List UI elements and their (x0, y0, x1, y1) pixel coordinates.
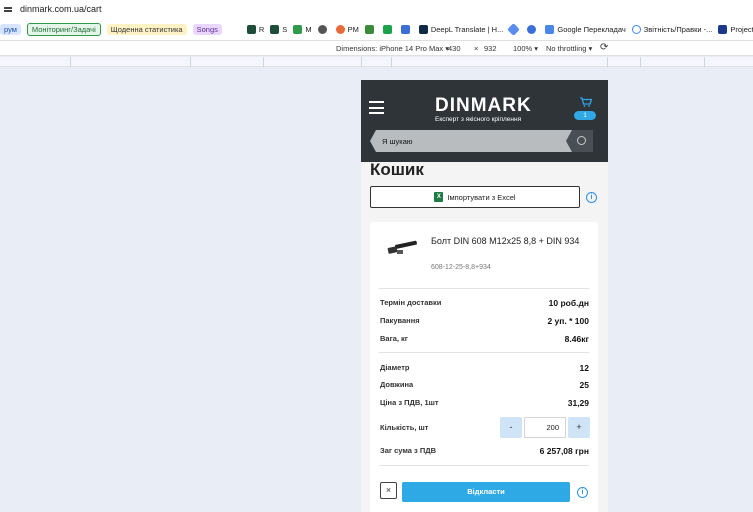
google-icon (631, 24, 641, 34)
site-tagline: Експерт з якісного кріплення (435, 116, 522, 123)
height-input[interactable]: 932 (484, 44, 497, 53)
bookmark-item[interactable]: рум (0, 23, 21, 35)
bookmark-item[interactable]: PM (335, 24, 359, 34)
rotate-icon[interactable]: ⟳ (600, 42, 608, 53)
globe-icon (317, 24, 327, 34)
search-icon (577, 136, 586, 145)
bookmark-item[interactable]: Моніторинг/Задачі (26, 22, 101, 36)
project-icon (718, 24, 728, 34)
bookmark-item[interactable]: S (270, 24, 287, 34)
total-value: 6 257,08 грн (539, 446, 589, 456)
info-icon[interactable]: i (586, 192, 597, 203)
delivery-label: Термін доставки (380, 298, 442, 307)
defer-button[interactable]: Відкласти (402, 482, 570, 502)
search-placeholder: Я шукаю (382, 137, 413, 146)
translate-icon (545, 24, 555, 34)
mobile-viewport: DINMARK Експерт з якісного кріплення 1 Я… (361, 80, 608, 512)
chevron-app-icon (527, 24, 537, 34)
packing-label: Пакування (380, 316, 420, 325)
bookmarks-bar: рум Моніторинг/Задачі Щоденна статистика… (0, 18, 753, 40)
total-label: Заг сума з ПДВ (380, 446, 436, 455)
diameter-value: 12 (579, 363, 589, 373)
excel-icon: X (434, 192, 444, 202)
quantity-input[interactable]: 200 (524, 417, 566, 438)
sheet-icon (293, 24, 303, 34)
address-bar[interactable]: dinmark.com.ua/cart (0, 0, 753, 18)
quantity-stepper: - 200 + (500, 417, 590, 438)
page-title: Кошик (370, 160, 424, 179)
site-logo[interactable]: DINMARK (435, 95, 532, 117)
url-text[interactable]: dinmark.com.ua/cart (20, 4, 102, 14)
length-value: 25 (579, 380, 589, 390)
cart-count-badge[interactable]: 1 (574, 111, 596, 120)
weight-value: 8.46кг (564, 334, 589, 344)
bookmark-item[interactable]: Звітність/Правки -... (631, 24, 712, 34)
bookmark-item[interactable]: Щоденна статистика (106, 23, 187, 35)
import-excel-button[interactable]: X Імпортувати з Excel (370, 186, 580, 208)
info-icon[interactable]: i (577, 487, 588, 498)
increase-button[interactable]: + (568, 417, 590, 438)
pm-icon (335, 24, 345, 34)
sheet-icon (270, 24, 280, 34)
price-value: 31,29 (567, 398, 589, 408)
dimension-separator: × (474, 44, 479, 53)
cart-item-card: Болт DIN 608 M12x25 8,8 + DIN 934 608-12… (370, 222, 598, 512)
bookmark-item[interactable]: Project (718, 24, 753, 34)
divider (379, 352, 589, 353)
throttling-select[interactable]: No throttling ▾ (546, 44, 592, 53)
gemini-icon (507, 22, 521, 36)
bookmark-item[interactable]: M (293, 24, 312, 34)
puzzle-icon (400, 24, 410, 34)
price-label: Ціна з ПДВ, 1шт (380, 398, 439, 407)
bookmark-item[interactable]: Google Перекладач (545, 24, 626, 34)
product-image[interactable] (385, 237, 419, 259)
remove-item-button[interactable]: × (380, 482, 397, 499)
quantity-label: Кількість, шт (380, 423, 429, 432)
device-toolbar: Dimensions: iPhone 14 Pro Max ▾ 430 × 93… (0, 40, 753, 56)
bookmark-item[interactable] (317, 24, 330, 34)
bookmark-item[interactable] (507, 22, 521, 36)
import-excel-label: Імпортувати з Excel (447, 192, 516, 202)
product-name[interactable]: Болт DIN 608 M12x25 8,8 + DIN 934 (431, 236, 591, 247)
cart-icon[interactable] (580, 97, 592, 107)
device-ruler (0, 57, 753, 67)
site-settings-icon[interactable] (4, 5, 12, 13)
apps-grid-icon[interactable] (233, 25, 234, 34)
plus-app-icon (364, 24, 374, 34)
packing-value: 2 уп. * 100 (547, 316, 589, 326)
zoom-select[interactable]: 100% ▾ (513, 44, 538, 53)
bookmark-item[interactable]: DeepL Translate | H... (418, 24, 503, 34)
bookmark-item[interactable]: Songs (192, 23, 222, 35)
bookmark-item[interactable]: R (246, 24, 264, 34)
bookmark-item[interactable] (382, 24, 395, 34)
divider (379, 288, 589, 289)
divider (379, 465, 589, 466)
bookmark-item[interactable] (527, 24, 539, 34)
sheet-icon (246, 24, 256, 34)
diameter-label: Діаметр (380, 363, 410, 372)
deepl-icon (418, 24, 428, 34)
bookmark-item[interactable] (364, 24, 377, 34)
menu-icon[interactable] (369, 101, 384, 114)
bookmark-item[interactable] (400, 24, 413, 34)
site-header: DINMARK Експерт з якісного кріплення 1 Я… (361, 80, 608, 162)
weight-label: Вага, кг (380, 334, 408, 343)
width-input[interactable]: 430 (448, 44, 461, 53)
device-select[interactable]: Dimensions: iPhone 14 Pro Max ▾ (336, 44, 449, 53)
product-sku: 608-12-25-8,8+934 (431, 264, 491, 271)
decrease-button[interactable]: - (500, 417, 522, 438)
play-icon (382, 24, 392, 34)
length-label: Довжина (380, 380, 414, 389)
delivery-value: 10 роб.дн (548, 298, 589, 308)
